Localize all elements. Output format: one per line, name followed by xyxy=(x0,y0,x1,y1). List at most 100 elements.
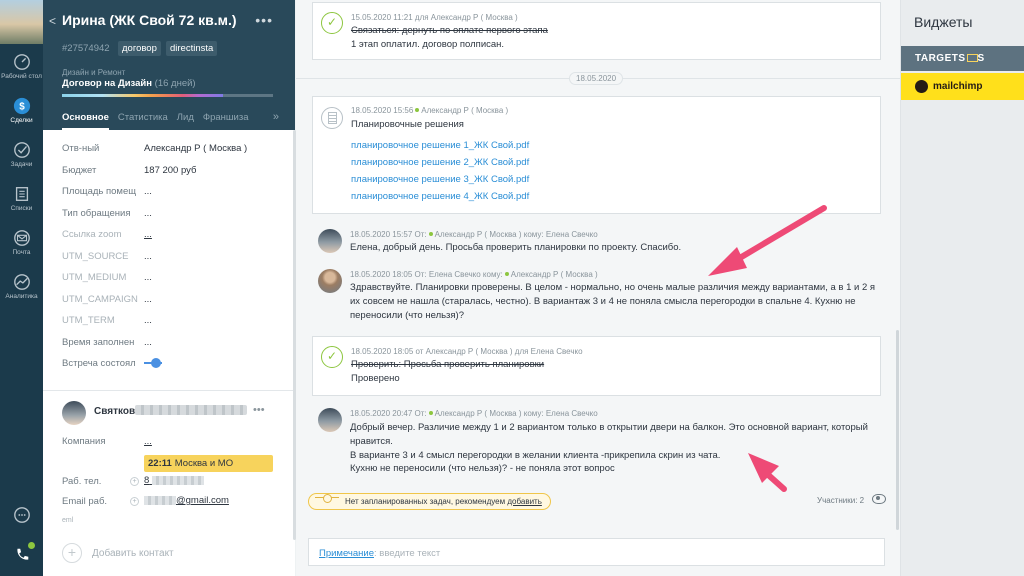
widget-targetsms[interactable]: TARGETS S xyxy=(901,46,1024,71)
add-task-link[interactable]: добавить xyxy=(507,497,542,506)
feed-scrollbar[interactable] xyxy=(896,330,899,530)
contact-menu-icon[interactable]: ••• xyxy=(253,404,265,416)
add-email-icon[interactable]: + xyxy=(130,497,139,506)
add-contact-label: Добавить контакт xyxy=(92,547,174,559)
pipeline-stage-label: Договор на Дизайн xyxy=(62,78,153,89)
lead-title[interactable]: Ирина (ЖК Свой 72 кв.м.) xyxy=(62,12,237,28)
field-utm-term[interactable]: UTM_TERM... xyxy=(43,310,295,332)
field-utm-medium[interactable]: UTM_MEDIUM... xyxy=(43,267,295,289)
contact-avatar[interactable] xyxy=(62,401,86,425)
tab-main[interactable]: Основное xyxy=(62,104,109,130)
field-value[interactable]: Александр Р ( Москва ) xyxy=(144,143,247,154)
field-value[interactable]: 187 200 руб xyxy=(144,165,196,176)
task-meta: 15.05.2020 11:21 для Александр Р ( Москв… xyxy=(351,13,518,22)
eye-icon[interactable] xyxy=(872,494,886,504)
tab-lead[interactable]: Лид xyxy=(177,104,194,130)
file-link[interactable]: планировочное решение 2_ЖК Свой.pdf xyxy=(351,157,529,168)
compose-type-selector[interactable]: Примечание xyxy=(319,548,374,559)
nav-deals-label: Сделки xyxy=(10,116,33,124)
field-utm-campaign[interactable]: UTM_CAMPAIGN... xyxy=(43,289,295,311)
message-text: В варианте 3 и 4 смысл перегородки в жел… xyxy=(350,450,721,461)
add-phone-icon[interactable]: + xyxy=(130,477,139,486)
tag-directinsta[interactable]: directinsta xyxy=(166,41,218,56)
online-dot xyxy=(428,232,433,237)
back-arrow-icon[interactable]: < xyxy=(49,14,56,28)
participants-count[interactable]: Участники: 2 xyxy=(817,496,864,505)
lead-menu-icon[interactable]: ••• xyxy=(255,12,273,28)
field-zoom-link[interactable]: Ссылка zoom... xyxy=(43,224,295,246)
account-logo[interactable] xyxy=(0,0,43,44)
mail-icon xyxy=(13,229,30,246)
nav-dashboard[interactable]: Рабочий стол xyxy=(0,44,43,88)
phone-status-dot xyxy=(28,542,35,549)
tab-franchise[interactable]: Франшиза xyxy=(203,104,249,130)
online-dot xyxy=(428,411,433,416)
widget-mailchimp[interactable]: mailchimp xyxy=(901,73,1024,100)
field-value[interactable]: ... xyxy=(144,337,152,348)
file-link[interactable]: планировочное решение 3_ЖК Свой.pdf xyxy=(351,174,529,185)
field-value[interactable]: ... xyxy=(144,315,152,326)
meta-pre: 18.05.2020 18:05 От: Елена Свечко кому: xyxy=(350,270,503,279)
no-tasks-text: Нет запланированных задач, рекомендуем xyxy=(345,497,506,506)
field-value[interactable]: ... xyxy=(144,294,152,305)
meeting-toggle[interactable] xyxy=(151,358,161,368)
nav-mail[interactable]: Почта xyxy=(0,220,43,264)
phone-masked xyxy=(151,475,204,485)
tab-stats[interactable]: Статистика xyxy=(118,104,168,130)
nav-lists[interactable]: Списки xyxy=(0,176,43,220)
field-value[interactable]: ... xyxy=(144,272,152,283)
nav-tasks[interactable]: Задачи xyxy=(0,132,43,176)
tag-contract[interactable]: договор xyxy=(118,41,161,56)
tasks-icon xyxy=(13,141,30,158)
tabs-more-icon[interactable]: » xyxy=(273,111,279,123)
contact-email[interactable]: @gmail.com xyxy=(144,495,229,506)
field-responsible[interactable]: Отв-ный Александр Р ( Москва ) xyxy=(43,138,295,160)
nav-analytics[interactable]: Аналитика xyxy=(0,264,43,308)
add-contact-button[interactable]: + Добавить контакт xyxy=(62,543,174,563)
contact-phone[interactable]: 8 xyxy=(144,475,204,486)
message-text: переносили (что нельзя)? xyxy=(350,310,465,321)
note-time: 18.05.2020 15:56 xyxy=(351,106,414,115)
nav-phone[interactable] xyxy=(0,536,43,576)
mailchimp-logo-icon xyxy=(915,80,928,93)
email-masked xyxy=(144,495,176,505)
avatar xyxy=(318,229,342,253)
avatar xyxy=(318,269,342,293)
nav-deals[interactable]: $ Сделки xyxy=(0,88,43,132)
field-label: Тип обращения xyxy=(62,207,131,219)
plus-icon: + xyxy=(62,543,82,563)
contact-local-time: 22:11 Москва и МО xyxy=(144,455,273,472)
compose-input[interactable]: Примечание: введите текст xyxy=(308,538,885,566)
field-area[interactable]: Площадь помещ... xyxy=(43,181,295,203)
contact-email-sub: eml xyxy=(62,517,74,524)
nav-dashboard-label: Рабочий стол xyxy=(1,72,42,80)
meta-pre: 18.05.2020 20:47 От: xyxy=(350,409,427,418)
contact-name[interactable]: Святков xyxy=(94,406,135,417)
nav-tasks-label: Задачи xyxy=(10,160,33,168)
field-meeting[interactable]: Встреча состоял xyxy=(43,353,295,375)
no-tasks-banner: Нет запланированных задач, рекомендуем д… xyxy=(308,493,551,510)
phone-prefix: 8 xyxy=(144,475,150,486)
task-result: 1 этап оплатил. договор полписан. xyxy=(351,39,505,50)
field-value[interactable]: ... xyxy=(144,229,152,240)
dashboard-icon xyxy=(13,53,30,70)
field-fill-time[interactable]: Время заполнен... xyxy=(43,332,295,354)
field-value[interactable]: ... xyxy=(144,208,152,219)
field-value[interactable]: ... xyxy=(144,251,152,262)
field-utm-source[interactable]: UTM_SOURCE... xyxy=(43,246,295,268)
pipeline-name: Дизайн и Ремонт xyxy=(62,68,126,77)
message-text: Елена, добрый день. Просьба проверить пл… xyxy=(350,242,682,253)
online-dot xyxy=(415,108,420,113)
nav-analytics-label: Аналитика xyxy=(5,292,38,300)
chat-icon xyxy=(13,507,30,523)
field-request-type[interactable]: Тип обращения... xyxy=(43,203,295,225)
file-link[interactable]: планировочное решение 4_ЖК Свой.pdf xyxy=(351,191,529,202)
note-author: Александр Р ( Москва ) xyxy=(421,106,509,115)
field-budget[interactable]: Бюджет 187 200 руб xyxy=(43,160,295,182)
field-label: Бюджет xyxy=(62,164,97,176)
contact-company-value[interactable]: ... xyxy=(144,436,152,447)
pipeline-stage[interactable]: Договор на Дизайн (16 дней) xyxy=(62,78,196,89)
nav-chats[interactable] xyxy=(0,496,43,536)
field-value[interactable]: ... xyxy=(144,186,152,197)
file-link[interactable]: планировочное решение 1_ЖК Свой.pdf xyxy=(351,140,529,151)
